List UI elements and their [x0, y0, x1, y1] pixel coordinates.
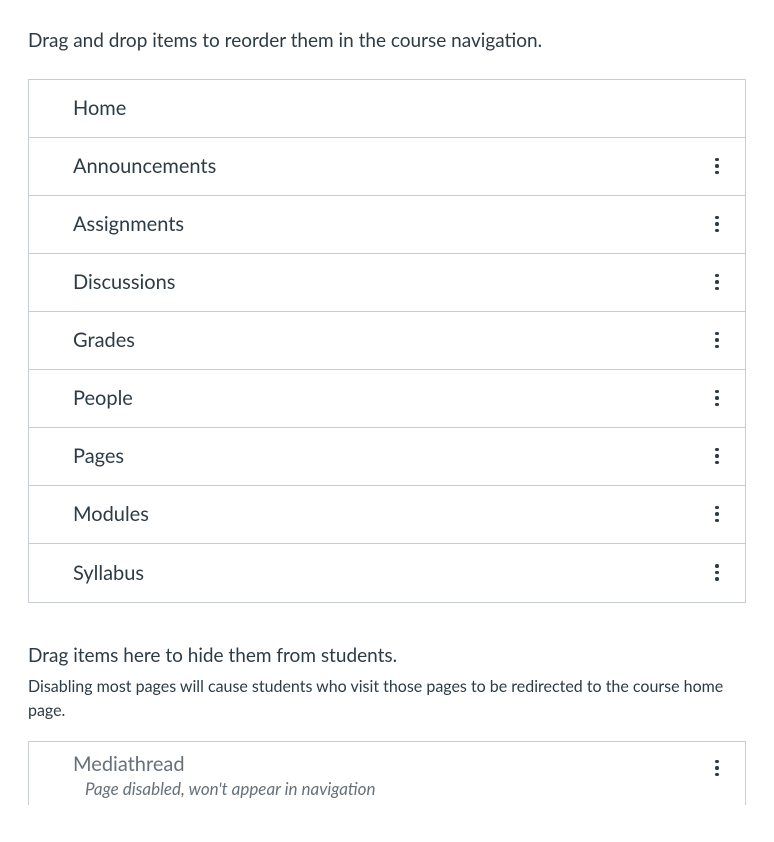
kebab-menu-icon[interactable]: [707, 502, 727, 526]
nav-item[interactable]: Modules: [29, 486, 745, 544]
nav-item[interactable]: Assignments: [29, 196, 745, 254]
nav-item-disabled[interactable]: MediathreadPage disabled, won't appear i…: [29, 742, 745, 805]
nav-item-label: Grades: [73, 328, 135, 352]
nav-item[interactable]: Home: [29, 80, 745, 138]
kebab-menu-icon[interactable]: [707, 756, 727, 780]
nav-item[interactable]: Pages: [29, 428, 745, 486]
nav-item-label: Pages: [73, 444, 124, 468]
nav-item-label: People: [73, 386, 133, 410]
kebab-menu-icon[interactable]: [707, 212, 727, 236]
nav-item-label: Home: [73, 96, 126, 120]
kebab-menu-icon[interactable]: [707, 444, 727, 468]
hide-note: Disabling most pages will cause students…: [28, 675, 746, 723]
visible-nav-list: Home Announcements Assignments Discussions G…: [28, 79, 746, 603]
hidden-nav-list: MediathreadPage disabled, won't appear i…: [28, 741, 746, 805]
nav-item-sublabel: Page disabled, won't appear in navigatio…: [85, 778, 375, 799]
hide-instruction: Drag items here to hide them from studen…: [28, 643, 746, 670]
nav-item-label: Modules: [73, 502, 149, 526]
nav-item[interactable]: Discussions: [29, 254, 745, 312]
nav-item-label: Mediathread: [73, 752, 375, 776]
kebab-menu-icon[interactable]: [707, 328, 727, 352]
nav-item[interactable]: People: [29, 370, 745, 428]
nav-item-label: Syllabus: [73, 561, 144, 585]
kebab-menu-icon[interactable]: [707, 154, 727, 178]
kebab-menu-icon[interactable]: [707, 386, 727, 410]
nav-item-label: Announcements: [73, 154, 216, 178]
kebab-menu-icon[interactable]: [707, 270, 727, 294]
reorder-instruction: Drag and drop items to reorder them in t…: [28, 28, 746, 55]
kebab-menu-icon[interactable]: [707, 561, 727, 585]
nav-item[interactable]: Announcements: [29, 138, 745, 196]
nav-item-label: Discussions: [73, 270, 175, 294]
nav-item[interactable]: Syllabus: [29, 544, 745, 602]
nav-item[interactable]: Grades: [29, 312, 745, 370]
nav-item-label: Assignments: [73, 212, 184, 236]
